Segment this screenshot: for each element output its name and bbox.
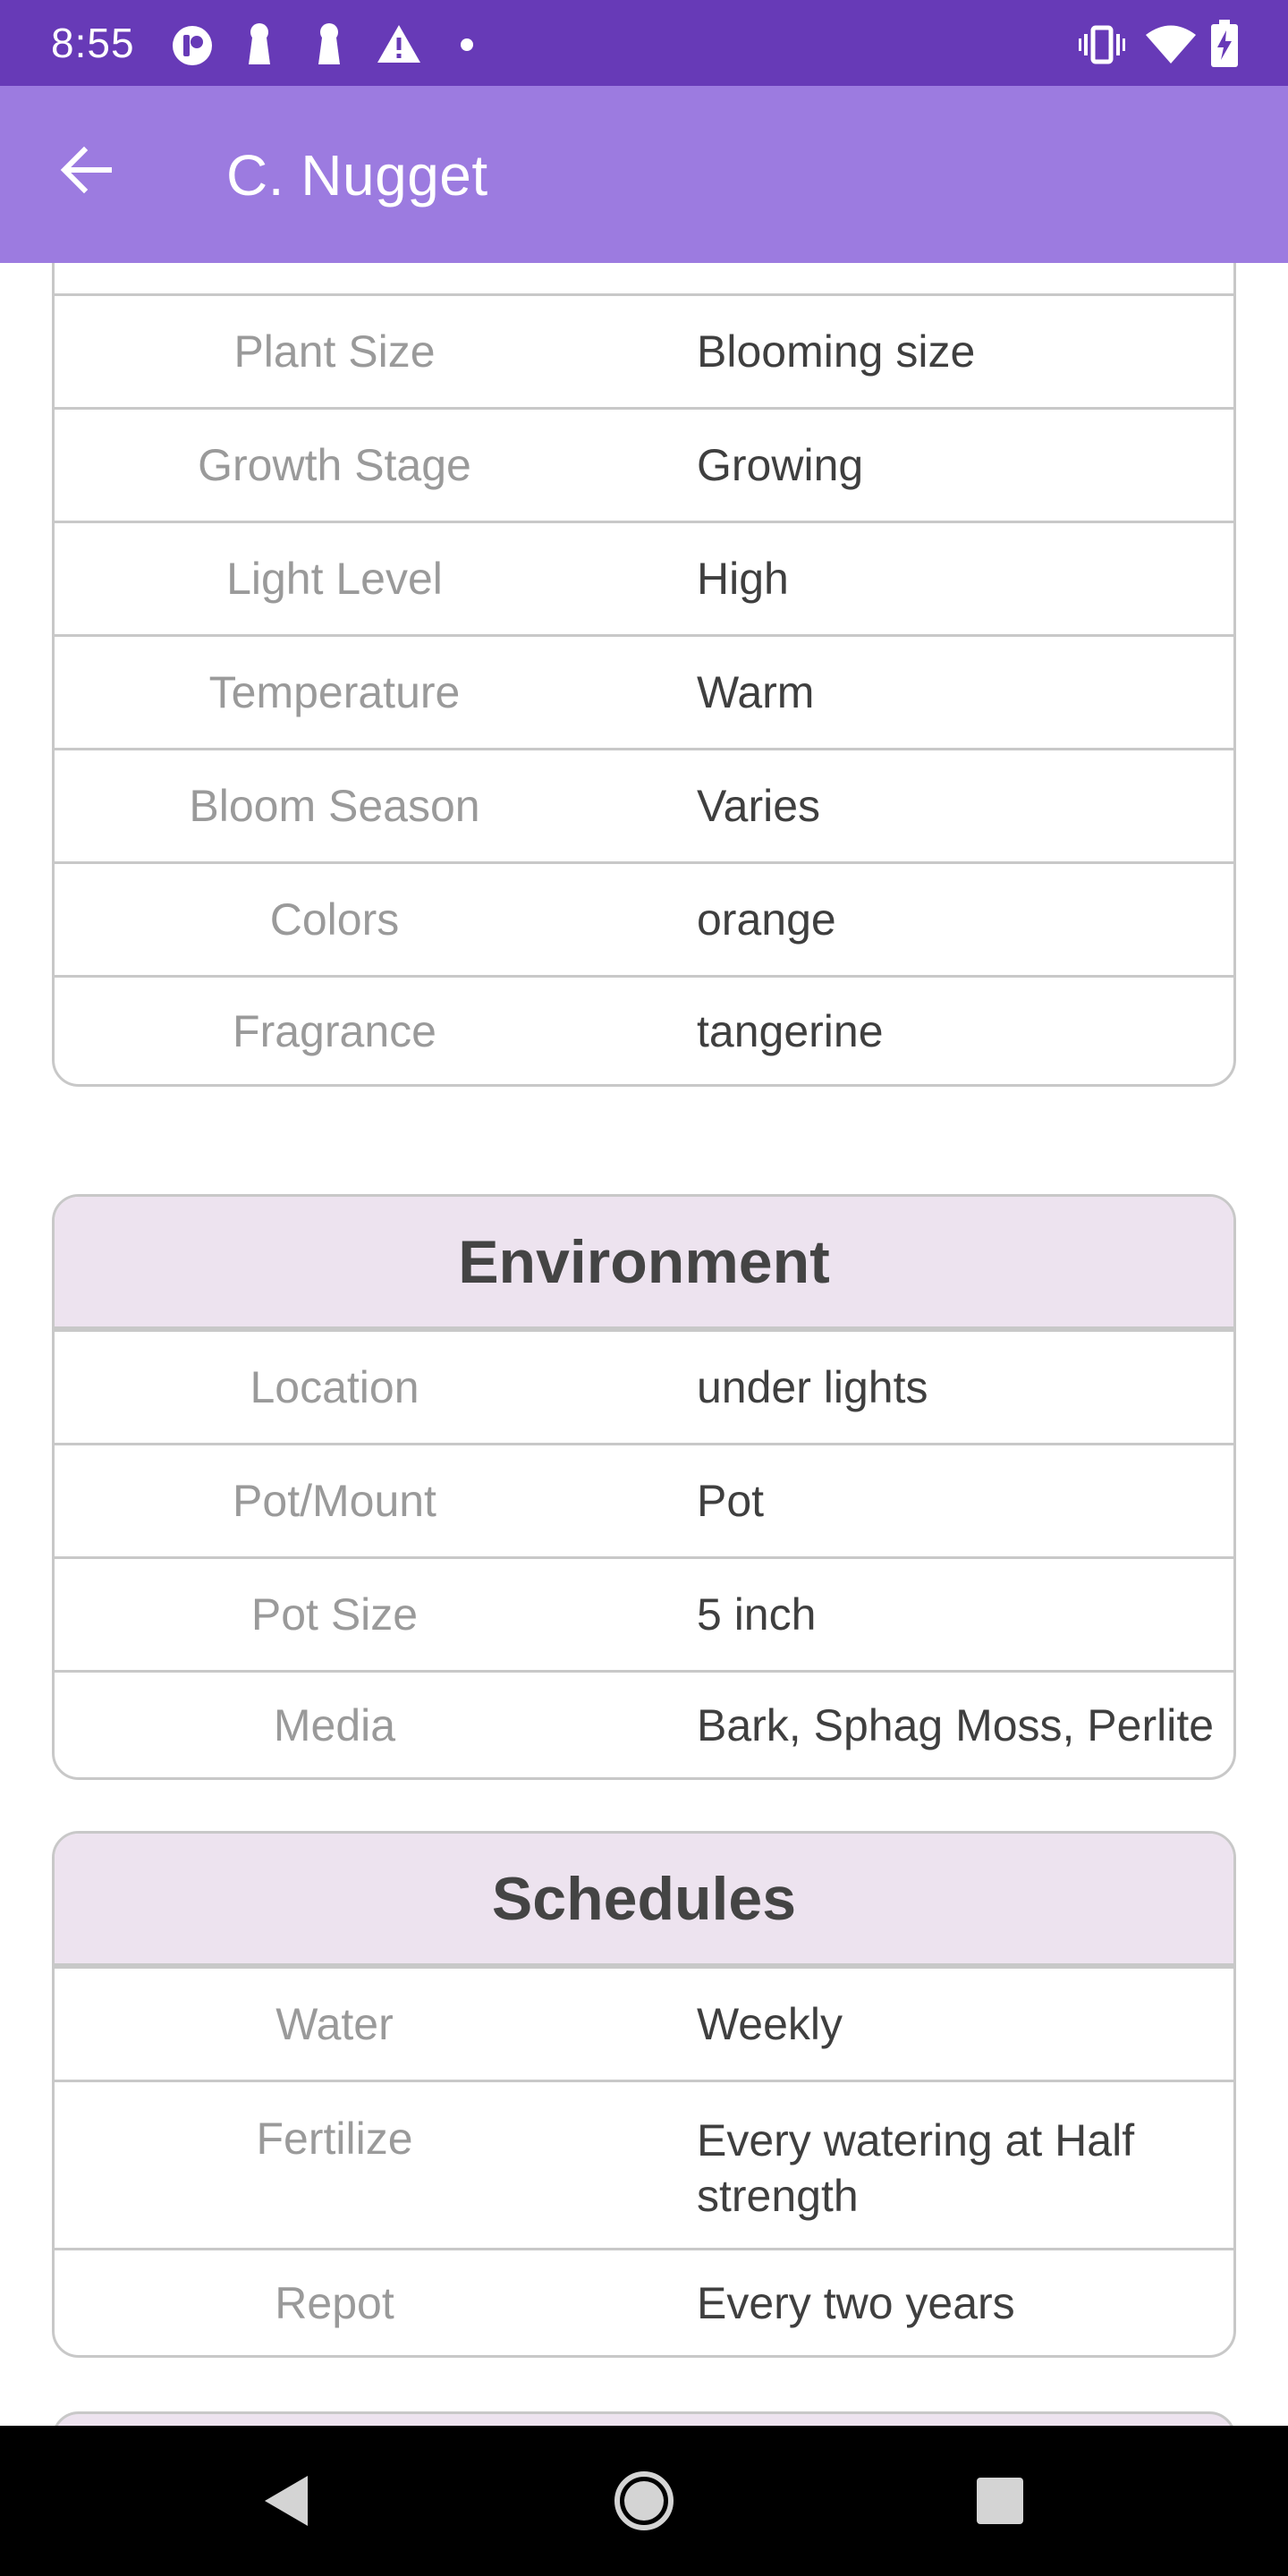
row-value: Bark, Sphag Moss, Perlite	[697, 1699, 1215, 1750]
row-value: Pot	[697, 1476, 765, 1526]
card-title: Environment	[55, 1197, 1233, 1329]
nav-back-button[interactable]	[240, 2454, 333, 2547]
row-value: Weekly	[697, 1999, 843, 2049]
row-label: Pot/Mount	[233, 1476, 436, 1526]
app-notification-icon	[173, 26, 212, 65]
row-label: Media	[273, 1699, 396, 1750]
row-value: tangerine	[697, 1005, 884, 1056]
back-button[interactable]	[43, 127, 129, 213]
app-bar: C. Nugget	[0, 86, 1288, 263]
table-row: Temperature Warm	[55, 634, 1233, 748]
table-row	[55, 263, 1233, 293]
details-card: Plant Size Blooming size Growth Stage Gr…	[52, 263, 1236, 1087]
plant-detail-scroll[interactable]: Plant Size Blooming size Growth Stage Gr…	[0, 263, 1288, 2426]
row-label: Water	[275, 1999, 394, 2049]
row-value: orange	[697, 894, 836, 945]
schedules-card: Schedules Water Weekly Fertilize Every w…	[52, 1831, 1236, 2358]
row-label: Fragrance	[233, 1005, 436, 1056]
table-row: Fertilize Every watering at Half strengt…	[55, 2080, 1233, 2248]
row-value: Every two years	[697, 2277, 1015, 2328]
nav-recents-button[interactable]	[953, 2454, 1046, 2547]
table-row: Water Weekly	[55, 1966, 1233, 2080]
page-title: C. Nugget	[226, 143, 488, 208]
row-value: Warm	[697, 667, 815, 717]
table-row: Light Level High	[55, 521, 1233, 634]
battery-charging-icon	[1211, 20, 1238, 67]
row-value: High	[697, 554, 789, 604]
row-value: Every watering at Half strength	[697, 2115, 1135, 2221]
row-value: under lights	[697, 1362, 928, 1412]
table-row: Colors orange	[55, 861, 1233, 975]
status-time: 8:55	[51, 20, 135, 66]
table-row: Media Bark, Sphag Moss, Perlite	[55, 1670, 1233, 1777]
arrow-back-icon	[60, 146, 112, 194]
card-title: Schedules	[55, 1834, 1233, 1966]
row-label: Temperature	[208, 667, 461, 717]
table-row: Fragrance tangerine	[55, 975, 1233, 1084]
table-row: Repot Every two years	[55, 2248, 1233, 2355]
table-row: Pot Size 5 inch	[55, 1556, 1233, 1670]
row-label: Location	[250, 1362, 419, 1412]
nav-home-button[interactable]	[597, 2454, 691, 2547]
row-label: Bloom Season	[189, 781, 480, 831]
vibrate-icon	[1079, 25, 1125, 64]
table-row: Location under lights	[55, 1329, 1233, 1443]
nav-recents-icon	[977, 2478, 1023, 2524]
nav-back-icon	[265, 2476, 308, 2526]
row-value: Blooming size	[697, 326, 976, 377]
keyhole-icon	[318, 23, 340, 64]
table-row: Growth Stage Growing	[55, 407, 1233, 521]
navigation-bar	[0, 2426, 1288, 2576]
keyhole-icon	[249, 23, 270, 64]
environment-card: Environment Location under lights Pot/Mo…	[52, 1194, 1236, 1780]
row-label: Growth Stage	[198, 440, 471, 490]
wifi-icon	[1146, 25, 1196, 64]
next-card	[52, 2411, 1236, 2426]
table-row: Pot/Mount Pot	[55, 1443, 1233, 1556]
row-label: Repot	[275, 2277, 394, 2328]
row-label: Pot Size	[250, 1589, 419, 1640]
table-row: Bloom Season Varies	[55, 748, 1233, 861]
dot-icon	[461, 38, 473, 51]
row-value: 5 inch	[697, 1589, 817, 1640]
row-label: Colors	[269, 894, 400, 945]
row-label: Plant Size	[233, 326, 436, 377]
row-value: Varies	[697, 781, 821, 831]
table-row: Plant Size Blooming size	[55, 293, 1233, 407]
warning-icon	[377, 25, 420, 63]
row-label: Fertilize	[256, 2114, 413, 2164]
row-label: Light Level	[226, 554, 443, 604]
nav-home-icon	[614, 2471, 674, 2530]
row-value: Growing	[697, 440, 864, 490]
status-bar: 8:55	[0, 0, 1288, 86]
